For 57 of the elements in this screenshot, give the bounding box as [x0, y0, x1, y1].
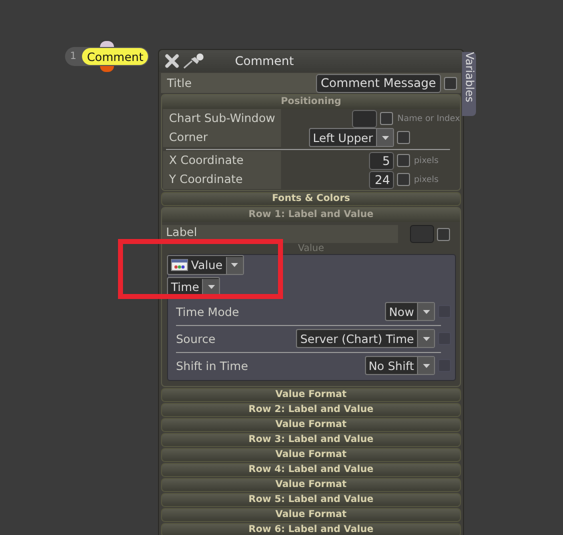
node-label: Comment — [82, 48, 148, 65]
caret-icon — [422, 336, 430, 340]
field-label: Time Mode — [176, 304, 240, 318]
field-label: Source — [176, 332, 216, 346]
section-header[interactable]: Value Format — [161, 478, 461, 492]
caret-icon — [422, 364, 430, 368]
checkbox[interactable] — [397, 173, 410, 186]
input-port-icon[interactable] — [100, 41, 114, 47]
field-label: Chart Sub-Window — [163, 109, 281, 128]
unit-label: Name or Index — [397, 112, 460, 124]
checkbox[interactable] — [444, 76, 457, 90]
number-field[interactable] — [352, 110, 378, 128]
number-field[interactable]: 24 — [369, 170, 394, 188]
number-field[interactable]: 5 — [369, 152, 394, 170]
section-header[interactable]: Row 1: Label and Value — [162, 208, 460, 222]
caret-icon — [382, 136, 388, 140]
node-index: 1 — [70, 51, 78, 62]
section-header[interactable]: Row 4: Label and Value — [161, 463, 461, 477]
field-label: X Coordinate — [163, 151, 281, 170]
section-header[interactable]: Value Format — [161, 418, 461, 432]
section-header[interactable]: Row 3: Label and Value — [161, 433, 461, 447]
variables-tab[interactable]: Variables — [462, 52, 476, 116]
dropdown[interactable]: Left Upper — [308, 128, 394, 147]
field-label: Corner — [163, 128, 281, 147]
checkbox[interactable] — [437, 228, 450, 240]
section-header[interactable]: Fonts & Colors — [161, 192, 461, 206]
caret-icon — [422, 310, 430, 314]
section-label: Value — [296, 244, 326, 254]
unit-label: pixels — [414, 174, 440, 186]
color-swatch[interactable] — [410, 225, 434, 243]
caret-icon — [208, 285, 215, 289]
checkbox[interactable] — [397, 154, 410, 167]
checkbox[interactable] — [380, 112, 394, 125]
dropdown[interactable]: Now — [384, 302, 435, 321]
output-port-icon[interactable] — [100, 66, 114, 72]
section-header[interactable]: Row 6: Label and Value — [161, 523, 461, 535]
window-title: Comment — [235, 54, 294, 68]
section-header[interactable]: Value Format — [161, 508, 461, 522]
close-icon[interactable] — [165, 54, 179, 68]
dropdown[interactable]: Value — [167, 255, 244, 275]
field-label: Y Coordinate — [163, 170, 281, 189]
unit-label: pixels — [414, 154, 440, 166]
dropdown[interactable]: Server (Chart) Time — [296, 329, 435, 348]
section-header[interactable]: Value Format — [161, 388, 461, 402]
text-field[interactable]: Comment Message — [316, 74, 441, 92]
pin-icon[interactable] — [183, 53, 205, 69]
section-header[interactable]: Positioning — [162, 95, 460, 109]
section-header[interactable]: Value Format — [161, 448, 461, 462]
node-pill[interactable]: 1 Comment — [65, 47, 149, 66]
window-icon — [171, 259, 188, 271]
dropdown[interactable]: No Shift — [364, 356, 435, 375]
field-label: Title — [167, 76, 193, 90]
caret-icon — [231, 263, 238, 267]
checkbox[interactable] — [397, 131, 410, 144]
section-header[interactable]: Row 5: Label and Value — [161, 493, 461, 507]
section-header[interactable]: Row 2: Label and Value — [161, 403, 461, 417]
field-label: Shift in Time — [176, 358, 248, 372]
